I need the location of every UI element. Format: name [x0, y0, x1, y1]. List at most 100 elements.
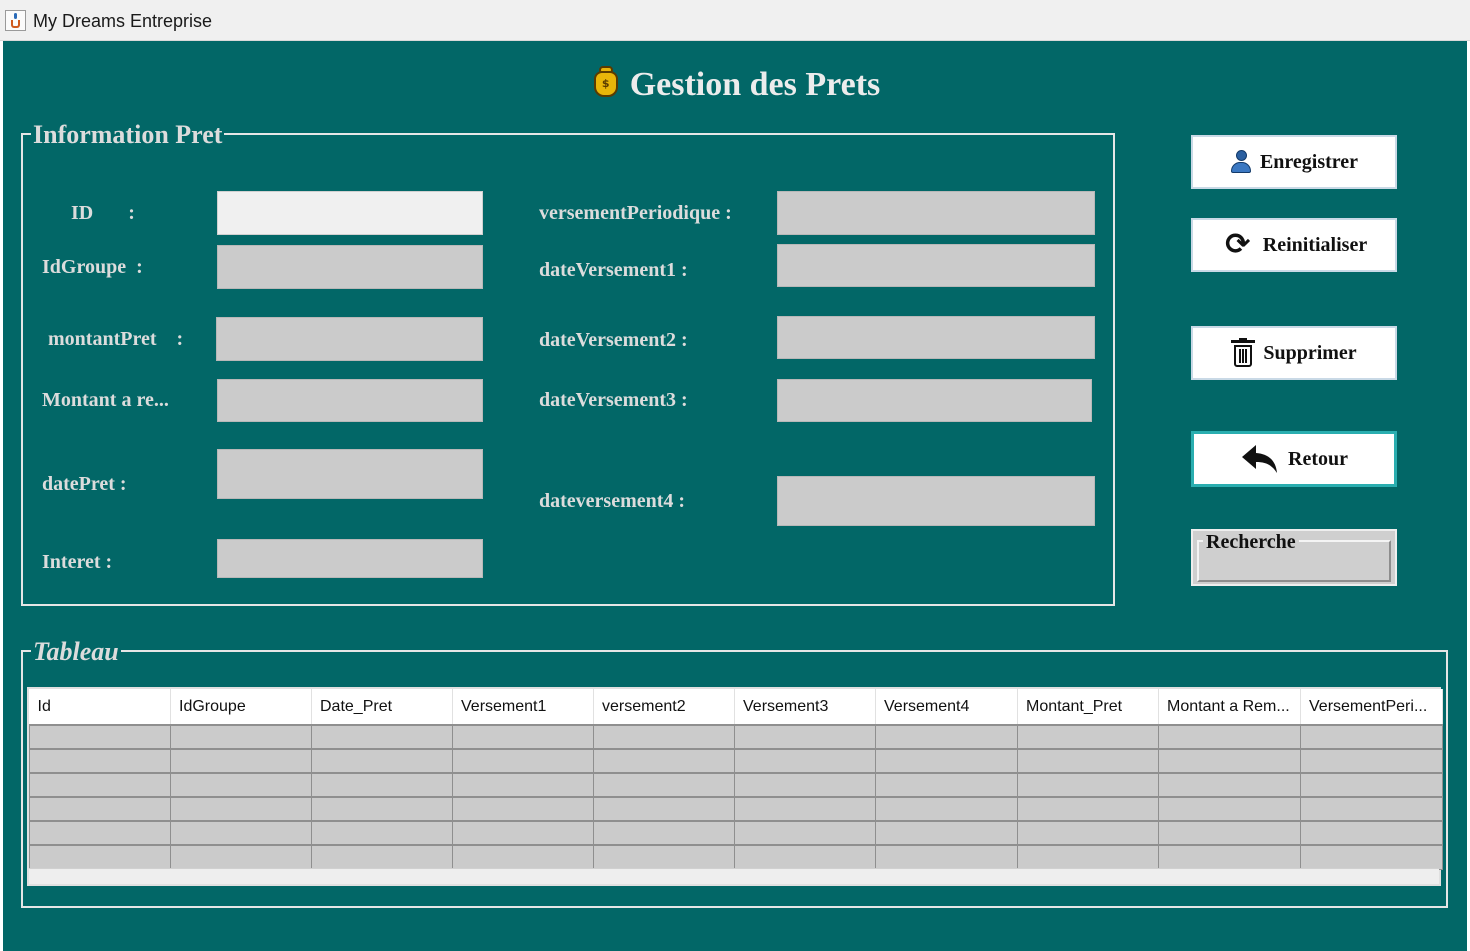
column-header[interactable]: Montant a Rem...: [1158, 689, 1301, 726]
table-cell[interactable]: [29, 844, 171, 870]
table-cell[interactable]: [1017, 724, 1159, 750]
dateversement4-label: dateversement4 :: [539, 490, 686, 512]
supprimer-button[interactable]: Supprimer: [1191, 326, 1397, 380]
table-cell[interactable]: [29, 796, 171, 822]
table-cell[interactable]: [593, 796, 735, 822]
table-cell[interactable]: [170, 844, 312, 870]
table-cell[interactable]: [29, 772, 171, 798]
table-row[interactable]: [29, 748, 1443, 774]
enregistrer-button-label: Enregistrer: [1259, 150, 1359, 173]
idgroupe-label: IdGroupe :: [42, 256, 143, 278]
table-cell[interactable]: [734, 820, 876, 846]
column-header[interactable]: IdGroupe: [170, 689, 312, 726]
table-cell[interactable]: [1300, 820, 1443, 846]
table-cell[interactable]: [593, 772, 735, 798]
table-cell[interactable]: [170, 772, 312, 798]
table-cell[interactable]: [452, 820, 594, 846]
table-cell[interactable]: [593, 724, 735, 750]
column-header[interactable]: Versement3: [734, 689, 876, 726]
table-cell[interactable]: [170, 820, 312, 846]
dateversement1-field[interactable]: [777, 244, 1095, 287]
column-header[interactable]: versement2: [593, 689, 735, 726]
table-cell[interactable]: [875, 796, 1018, 822]
table-cell[interactable]: [734, 796, 876, 822]
table-cell[interactable]: [734, 724, 876, 750]
table-cell[interactable]: [1017, 844, 1159, 870]
table-cell[interactable]: [1017, 748, 1159, 774]
dateversement2-field[interactable]: [777, 316, 1095, 359]
table-cell[interactable]: [734, 748, 876, 774]
table-cell[interactable]: [593, 844, 735, 870]
recherche-input[interactable]: [1201, 553, 1387, 577]
table-row[interactable]: [29, 820, 1443, 846]
table-cell[interactable]: [170, 796, 312, 822]
idgroupe-field[interactable]: [217, 245, 483, 289]
table-cell[interactable]: [311, 772, 453, 798]
table-cell[interactable]: [29, 724, 171, 750]
tableau-legend: Tableau: [31, 637, 121, 666]
retour-button-label: Retour: [1288, 447, 1348, 470]
table-cell[interactable]: [1300, 748, 1443, 774]
table-row[interactable]: [29, 724, 1443, 750]
table-cell[interactable]: [311, 724, 453, 750]
table-cell[interactable]: [452, 724, 594, 750]
dateversement4-field[interactable]: [777, 476, 1095, 526]
dateversement3-field[interactable]: [777, 379, 1092, 422]
table-row[interactable]: [29, 772, 1443, 798]
table-cell[interactable]: [170, 724, 312, 750]
table-cell[interactable]: [875, 772, 1018, 798]
horizontal-scrollbar[interactable]: [29, 868, 1439, 884]
montantpret-field[interactable]: [216, 317, 483, 361]
column-header[interactable]: Montant_Pret: [1017, 689, 1159, 726]
table-cell[interactable]: [875, 844, 1018, 870]
table-cell[interactable]: [29, 820, 171, 846]
table-cell[interactable]: [734, 772, 876, 798]
montant-a-rembourser-field[interactable]: [217, 379, 483, 422]
versementperiodique-field[interactable]: [777, 191, 1095, 235]
datepret-field[interactable]: [217, 449, 483, 499]
table-cell[interactable]: [1158, 820, 1301, 846]
column-header[interactable]: VersementPeri...: [1300, 689, 1443, 726]
table-cell[interactable]: [1300, 724, 1443, 750]
id-label: ID :: [71, 202, 135, 224]
table-cell[interactable]: [1300, 796, 1443, 822]
table-cell[interactable]: [1017, 772, 1159, 798]
column-header[interactable]: Versement1: [452, 689, 594, 726]
table-cell[interactable]: [452, 796, 594, 822]
table-cell[interactable]: [1158, 796, 1301, 822]
column-header[interactable]: Date_Pret: [311, 689, 453, 726]
interet-label: Interet :: [42, 551, 113, 573]
table-cell[interactable]: [593, 820, 735, 846]
table-cell[interactable]: [311, 748, 453, 774]
table-cell[interactable]: [1158, 772, 1301, 798]
column-header[interactable]: Versement4: [875, 689, 1018, 726]
table-cell[interactable]: [1300, 844, 1443, 870]
table-row[interactable]: [29, 844, 1443, 870]
enregistrer-button[interactable]: Enregistrer: [1191, 135, 1397, 189]
table-cell[interactable]: [875, 724, 1018, 750]
reinitialiser-button[interactable]: ⟳ Reinitialiser: [1191, 218, 1397, 272]
table-cell[interactable]: [593, 748, 735, 774]
table-cell[interactable]: [29, 748, 171, 774]
table-cell[interactable]: [1017, 820, 1159, 846]
interet-field[interactable]: [217, 539, 483, 578]
table-cell[interactable]: [1158, 844, 1301, 870]
table-cell[interactable]: [452, 748, 594, 774]
table-cell[interactable]: [170, 748, 312, 774]
table-cell[interactable]: [875, 820, 1018, 846]
column-header[interactable]: Id: [29, 689, 171, 726]
table-cell[interactable]: [875, 748, 1018, 774]
table-cell[interactable]: [1158, 724, 1301, 750]
table-cell[interactable]: [311, 820, 453, 846]
table-cell[interactable]: [311, 844, 453, 870]
table-cell[interactable]: [734, 844, 876, 870]
table-row[interactable]: [29, 796, 1443, 822]
table-cell[interactable]: [1158, 748, 1301, 774]
table-cell[interactable]: [1017, 796, 1159, 822]
id-field[interactable]: [217, 191, 483, 235]
table-cell[interactable]: [311, 796, 453, 822]
table-cell[interactable]: [452, 772, 594, 798]
table-cell[interactable]: [1300, 772, 1443, 798]
table-cell[interactable]: [452, 844, 594, 870]
retour-button[interactable]: Retour: [1191, 431, 1397, 487]
